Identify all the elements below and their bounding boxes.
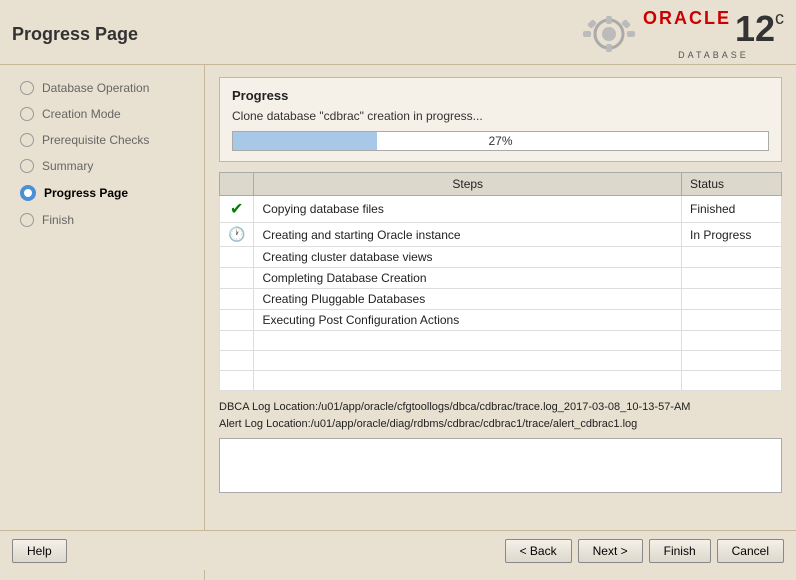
- table-row: 🕐 Creating and starting Oracle instance …: [220, 223, 782, 247]
- progress-label: Progress: [232, 88, 769, 103]
- app-header: Progress Page ORACLE 12c DATABASE: [0, 0, 796, 65]
- step-name-4: Completing Database Creation: [254, 268, 682, 289]
- oracle-db-label: DATABASE: [643, 50, 784, 60]
- step-status-6: [682, 310, 782, 331]
- step-icon-5: [20, 185, 36, 201]
- bottom-bar: Help < Back Next > Finish Cancel: [0, 530, 796, 570]
- cancel-button[interactable]: Cancel: [717, 539, 784, 563]
- step-status-5: [682, 289, 782, 310]
- progress-bar-text: 27%: [233, 132, 768, 150]
- step-icon-6: [220, 310, 254, 331]
- step-status-2: In Progress: [682, 223, 782, 247]
- sidebar-label-4: Summary: [42, 159, 93, 173]
- step-icon-6: [20, 213, 34, 227]
- sidebar: Database Operation Creation Mode Prerequ…: [0, 65, 205, 580]
- sidebar-label-1: Database Operation: [42, 81, 149, 95]
- table-row: Executing Post Configuration Actions: [220, 310, 782, 331]
- progress-bar-container: 27%: [232, 131, 769, 151]
- oracle-brand-text: ORACLE: [643, 8, 731, 29]
- help-button[interactable]: Help: [12, 539, 67, 563]
- steps-table: Steps Status ✔ Copying database files Fi…: [219, 172, 782, 391]
- step-name-2: Creating and starting Oracle instance: [254, 223, 682, 247]
- back-button[interactable]: < Back: [505, 539, 572, 563]
- sidebar-item-progress-page[interactable]: Progress Page: [0, 179, 204, 207]
- table-row: ✔ Copying database files Finished: [220, 196, 782, 223]
- oracle-logo: ORACLE 12c DATABASE: [579, 8, 784, 60]
- sidebar-label-6: Finish: [42, 213, 74, 227]
- sidebar-item-prerequisite[interactable]: Prerequisite Checks: [0, 127, 204, 153]
- table-row: Creating cluster database views: [220, 247, 782, 268]
- sidebar-item-creation-mode[interactable]: Creation Mode: [0, 101, 204, 127]
- sidebar-item-database-operation[interactable]: Database Operation: [0, 75, 204, 101]
- step-name-1: Copying database files: [254, 196, 682, 223]
- progress-section: Progress Clone database "cdbrac" creatio…: [219, 77, 782, 162]
- log-line-1: DBCA Log Location:/u01/app/oracle/cfgtoo…: [219, 399, 782, 416]
- oracle-c: c: [775, 8, 784, 29]
- table-row-empty-1: [220, 331, 782, 351]
- step-name-3: Creating cluster database views: [254, 247, 682, 268]
- status-col-header: Status: [682, 173, 782, 196]
- step-icon-2: [20, 107, 34, 121]
- page-title: Progress Page: [12, 24, 138, 45]
- step-status-4: [682, 268, 782, 289]
- step-icon-clock: 🕐: [220, 223, 254, 247]
- log-output-area: [219, 438, 782, 493]
- step-icon-3: [20, 133, 34, 147]
- finish-button[interactable]: Finish: [649, 539, 711, 563]
- step-name-6: Executing Post Configuration Actions: [254, 310, 682, 331]
- step-icon-3: [220, 247, 254, 268]
- next-button[interactable]: Next >: [578, 539, 643, 563]
- sidebar-item-finish[interactable]: Finish: [0, 207, 204, 233]
- nav-buttons: < Back Next > Finish Cancel: [505, 539, 784, 563]
- main-content: Database Operation Creation Mode Prerequ…: [0, 65, 796, 580]
- sidebar-label-2: Creation Mode: [42, 107, 121, 121]
- step-icon-4: [20, 159, 34, 173]
- steps-col-header: Steps: [254, 173, 682, 196]
- step-status-3: [682, 247, 782, 268]
- sidebar-label-3: Prerequisite Checks: [42, 133, 149, 147]
- oracle-version: 12: [735, 8, 775, 50]
- log-section: DBCA Log Location:/u01/app/oracle/cfgtoo…: [219, 399, 782, 432]
- step-icon-4: [220, 268, 254, 289]
- log-line-2: Alert Log Location:/u01/app/oracle/diag/…: [219, 416, 782, 433]
- table-row: Creating Pluggable Databases: [220, 289, 782, 310]
- steps-icon-header: [220, 173, 254, 196]
- gear-icon: [579, 12, 639, 57]
- sidebar-item-summary[interactable]: Summary: [0, 153, 204, 179]
- table-row: Completing Database Creation: [220, 268, 782, 289]
- step-icon-1: [20, 81, 34, 95]
- sidebar-label-5: Progress Page: [44, 186, 128, 200]
- progress-message: Clone database "cdbrac" creation in prog…: [232, 109, 769, 123]
- table-row-empty-3: [220, 371, 782, 391]
- step-status-1: Finished: [682, 196, 782, 223]
- right-panel: Progress Clone database "cdbrac" creatio…: [205, 65, 796, 580]
- step-icon-check: ✔: [220, 196, 254, 223]
- step-name-5: Creating Pluggable Databases: [254, 289, 682, 310]
- table-row-empty-2: [220, 351, 782, 371]
- step-icon-5: [220, 289, 254, 310]
